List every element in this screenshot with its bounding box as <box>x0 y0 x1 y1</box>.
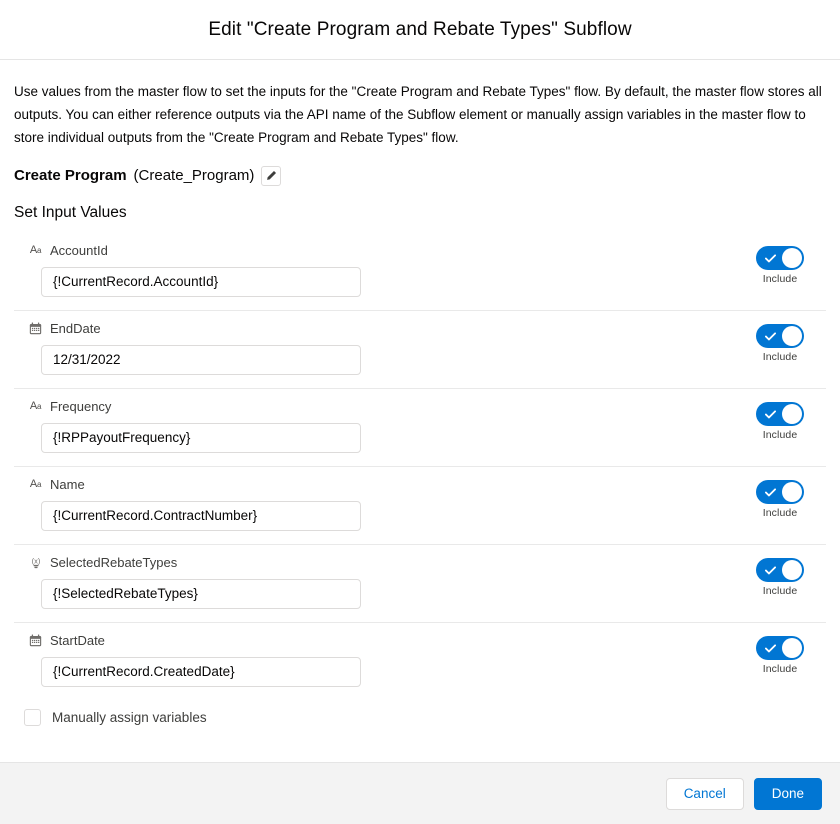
field-label: EndDate <box>50 321 101 336</box>
field-label-line: Aa Frequency <box>28 398 734 416</box>
flow-label: Create Program <box>14 167 127 184</box>
field-toggle-group: Include <box>734 554 826 597</box>
field-value-input[interactable] <box>41 423 361 453</box>
toggle-knob <box>782 404 802 424</box>
edit-subflow-modal: Edit "Create Program and Rebate Types" S… <box>0 0 840 824</box>
field-row: (x) SelectedRebateTypes <box>14 544 826 622</box>
field-row: Aa AccountId Include <box>14 236 826 310</box>
toggle-label: Include <box>763 273 798 285</box>
include-toggle[interactable] <box>756 246 804 270</box>
check-icon <box>765 409 776 420</box>
intro-description: Use values from the master flow to set t… <box>0 60 840 150</box>
cancel-button[interactable]: Cancel <box>666 778 744 810</box>
toggle-label: Include <box>763 351 798 363</box>
field-label: StartDate <box>50 633 105 648</box>
field-row: EndDate Include <box>14 310 826 388</box>
field-toggle-group: Include <box>734 320 826 363</box>
modal-header: Edit "Create Program and Rebate Types" S… <box>0 0 840 60</box>
field-label-line: EndDate <box>28 320 734 338</box>
svg-text:(x): (x) <box>31 556 40 565</box>
toggle-knob <box>782 326 802 346</box>
text-datatype-icon: Aa <box>28 477 43 492</box>
field-label-line: Aa Name <box>28 476 734 494</box>
field-main: Aa Name <box>14 476 734 531</box>
set-input-values-heading: Set Input Values <box>0 186 840 222</box>
include-toggle[interactable] <box>756 558 804 582</box>
field-value-input[interactable] <box>41 657 361 687</box>
field-label: AccountId <box>50 243 108 258</box>
modal-body: Use values from the master flow to set t… <box>0 60 840 762</box>
include-toggle[interactable] <box>756 402 804 426</box>
field-label: Frequency <box>50 399 111 414</box>
check-icon <box>765 487 776 498</box>
field-label: SelectedRebateTypes <box>50 555 177 570</box>
flow-api-name: (Create_Program) <box>134 167 255 184</box>
toggle-knob <box>782 482 802 502</box>
check-icon <box>765 331 776 342</box>
field-toggle-group: Include <box>734 476 826 519</box>
field-toggle-group: Include <box>734 242 826 285</box>
toggle-label: Include <box>763 585 798 597</box>
include-toggle[interactable] <box>756 324 804 348</box>
field-main: Aa Frequency <box>14 398 734 453</box>
page-title: Edit "Create Program and Rebate Types" S… <box>208 19 631 41</box>
manually-assign-variables-row[interactable]: Manually assign variables <box>14 709 826 740</box>
field-label-line: (x) SelectedRebateTypes <box>28 554 734 572</box>
field-main: StartDate <box>14 632 734 687</box>
text-datatype-icon: Aa <box>28 243 43 258</box>
field-label-line: Aa AccountId <box>28 242 734 260</box>
toggle-label: Include <box>763 663 798 675</box>
pencil-icon <box>266 170 277 181</box>
done-button[interactable]: Done <box>754 778 822 810</box>
field-label-line: StartDate <box>28 632 734 650</box>
check-icon <box>765 643 776 654</box>
field-main: Aa AccountId <box>14 242 734 297</box>
field-value-input[interactable] <box>41 501 361 531</box>
field-row: StartDate Include <box>14 622 826 700</box>
field-toggle-group: Include <box>734 632 826 675</box>
manually-assign-variables-checkbox[interactable] <box>24 709 41 726</box>
edit-flow-label-button[interactable] <box>261 166 281 186</box>
field-row: Aa Name Include <box>14 466 826 544</box>
text-datatype-icon: Aa <box>28 399 43 414</box>
field-value-input[interactable] <box>41 345 361 375</box>
field-main: (x) SelectedRebateTypes <box>14 554 734 609</box>
field-value-input[interactable] <box>41 267 361 297</box>
calendar-datatype-icon <box>28 633 43 648</box>
modal-footer: Cancel Done <box>0 762 840 824</box>
collection-variable-datatype-icon: (x) <box>28 555 43 570</box>
calendar-datatype-icon <box>28 321 43 336</box>
field-row: Aa Frequency Include <box>14 388 826 466</box>
check-icon <box>765 565 776 576</box>
field-toggle-group: Include <box>734 398 826 441</box>
flow-name-row: Create Program (Create_Program) <box>0 150 840 186</box>
include-toggle[interactable] <box>756 636 804 660</box>
include-toggle[interactable] <box>756 480 804 504</box>
field-value-input[interactable] <box>41 579 361 609</box>
input-fields-list: Aa AccountId Include <box>14 236 826 700</box>
field-label: Name <box>50 477 85 492</box>
field-main: EndDate <box>14 320 734 375</box>
check-icon <box>765 253 776 264</box>
toggle-knob <box>782 248 802 268</box>
toggle-knob <box>782 560 802 580</box>
toggle-knob <box>782 638 802 658</box>
toggle-label: Include <box>763 507 798 519</box>
manually-assign-variables-label: Manually assign variables <box>52 710 207 725</box>
toggle-label: Include <box>763 429 798 441</box>
